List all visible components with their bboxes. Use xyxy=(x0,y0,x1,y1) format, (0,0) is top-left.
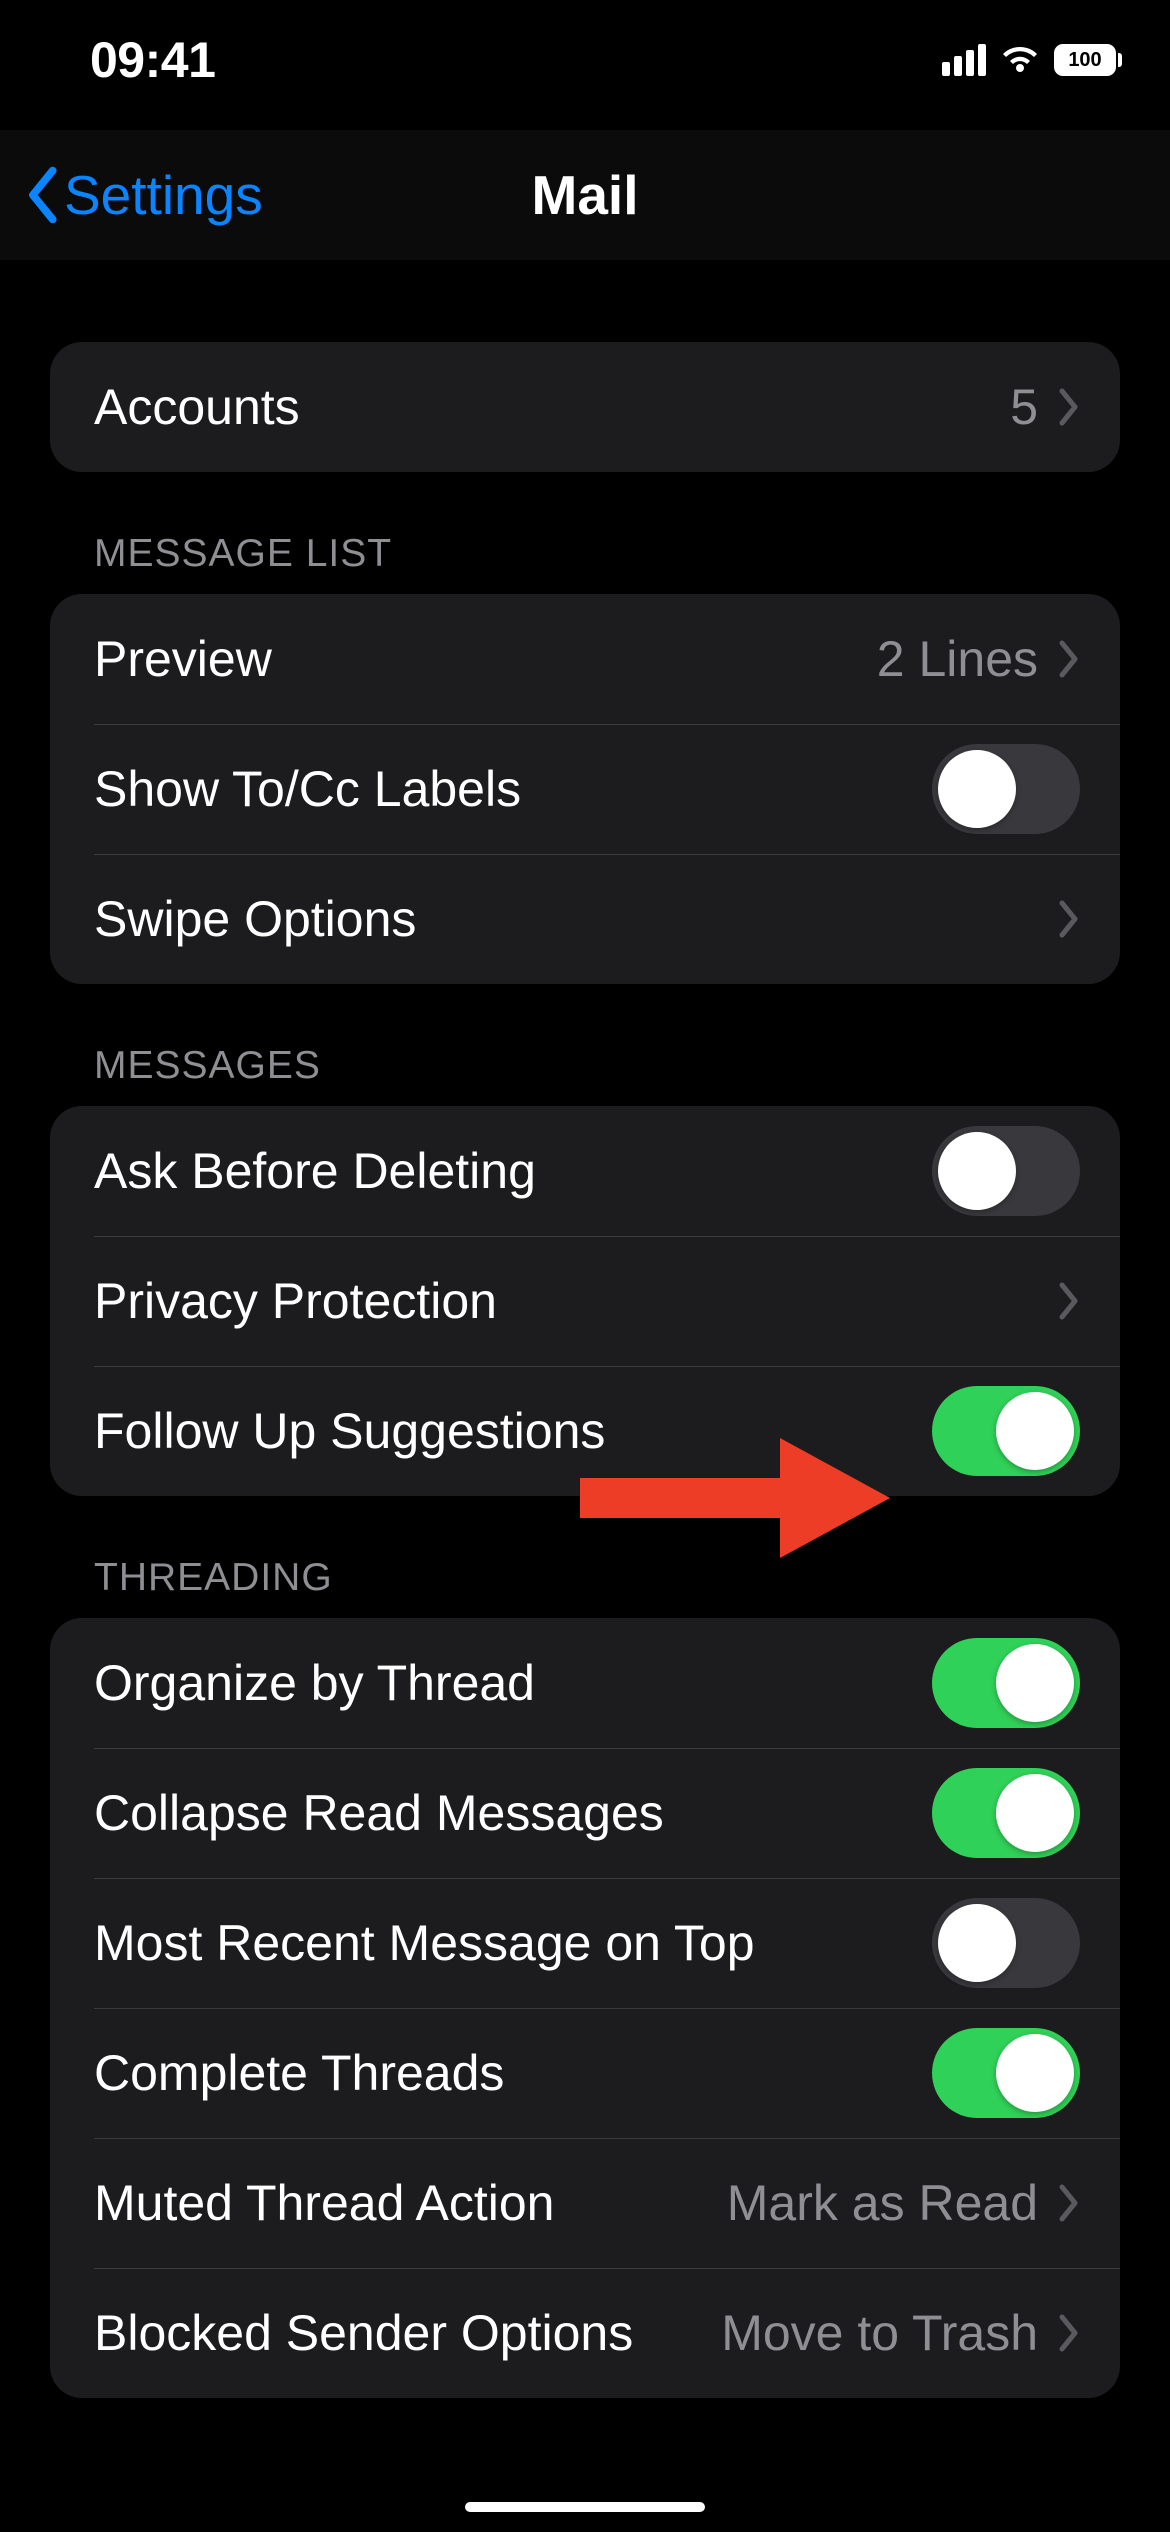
row-ask-before-deleting[interactable]: Ask Before Deleting xyxy=(50,1106,1120,1236)
group-header-messages: MESSAGES xyxy=(50,984,1120,1106)
row-value: 5 xyxy=(1010,378,1038,436)
row-accounts[interactable]: Accounts 5 xyxy=(50,342,1120,472)
wifi-icon xyxy=(1000,45,1040,75)
row-label: Organize by Thread xyxy=(94,1654,932,1712)
row-value: 2 Lines xyxy=(877,630,1038,688)
row-swipe-options[interactable]: Swipe Options xyxy=(50,854,1120,984)
row-complete-threads[interactable]: Complete Threads xyxy=(50,2008,1120,2138)
row-label: Privacy Protection xyxy=(94,1272,1058,1330)
row-follow-up-suggestions[interactable]: Follow Up Suggestions xyxy=(50,1366,1120,1496)
row-label: Blocked Sender Options xyxy=(94,2304,721,2362)
row-label: Accounts xyxy=(94,378,1010,436)
row-organize-by-thread[interactable]: Organize by Thread xyxy=(50,1618,1120,1748)
chevron-right-icon xyxy=(1058,388,1080,426)
row-value: Move to Trash xyxy=(721,2304,1038,2362)
row-label: Most Recent Message on Top xyxy=(94,1914,932,1972)
row-label: Collapse Read Messages xyxy=(94,1784,932,1842)
row-label: Show To/Cc Labels xyxy=(94,760,932,818)
group-messages: Ask Before Deleting Privacy Protection F… xyxy=(50,1106,1120,1496)
status-icons: 100 xyxy=(942,44,1122,76)
status-time: 09:41 xyxy=(90,31,215,89)
group-header-threading: THREADING xyxy=(50,1496,1120,1618)
chevron-left-icon xyxy=(24,166,60,224)
back-button[interactable]: Settings xyxy=(24,163,263,227)
toggle-show-tocc[interactable] xyxy=(932,744,1080,834)
chevron-right-icon xyxy=(1058,2314,1080,2352)
row-show-tocc[interactable]: Show To/Cc Labels xyxy=(50,724,1120,854)
home-indicator[interactable] xyxy=(465,2502,705,2512)
row-blocked-sender-options[interactable]: Blocked Sender Options Move to Trash xyxy=(50,2268,1120,2398)
row-label: Preview xyxy=(94,630,877,688)
status-bar: 09:41 100 xyxy=(0,0,1170,120)
group-accounts: Accounts 5 xyxy=(50,342,1120,472)
group-threading: Organize by Thread Collapse Read Message… xyxy=(50,1618,1120,2398)
group-header-message-list: MESSAGE LIST xyxy=(50,472,1120,594)
back-label: Settings xyxy=(64,163,263,227)
row-label: Muted Thread Action xyxy=(94,2174,727,2232)
chevron-right-icon xyxy=(1058,640,1080,678)
chevron-right-icon xyxy=(1058,1282,1080,1320)
row-muted-thread-action[interactable]: Muted Thread Action Mark as Read xyxy=(50,2138,1120,2268)
toggle-organize-by-thread[interactable] xyxy=(932,1638,1080,1728)
row-label: Complete Threads xyxy=(94,2044,932,2102)
cellular-icon xyxy=(942,44,986,76)
row-label: Ask Before Deleting xyxy=(94,1142,932,1200)
row-recent-on-top[interactable]: Most Recent Message on Top xyxy=(50,1878,1120,2008)
toggle-follow-up-suggestions[interactable] xyxy=(932,1386,1080,1476)
nav-bar: Settings Mail xyxy=(0,130,1170,260)
row-collapse-read[interactable]: Collapse Read Messages xyxy=(50,1748,1120,1878)
toggle-complete-threads[interactable] xyxy=(932,2028,1080,2118)
chevron-right-icon xyxy=(1058,900,1080,938)
row-label: Swipe Options xyxy=(94,890,1058,948)
battery-icon: 100 xyxy=(1054,44,1122,76)
chevron-right-icon xyxy=(1058,2184,1080,2222)
row-privacy-protection[interactable]: Privacy Protection xyxy=(50,1236,1120,1366)
battery-level: 100 xyxy=(1054,44,1116,76)
toggle-collapse-read[interactable] xyxy=(932,1768,1080,1858)
row-value: Mark as Read xyxy=(727,2174,1038,2232)
toggle-recent-on-top[interactable] xyxy=(932,1898,1080,1988)
row-label: Follow Up Suggestions xyxy=(94,1402,932,1460)
row-preview[interactable]: Preview 2 Lines xyxy=(50,594,1120,724)
page-title: Mail xyxy=(532,163,639,227)
toggle-ask-before-deleting[interactable] xyxy=(932,1126,1080,1216)
group-message-list: Preview 2 Lines Show To/Cc Labels Swipe … xyxy=(50,594,1120,984)
